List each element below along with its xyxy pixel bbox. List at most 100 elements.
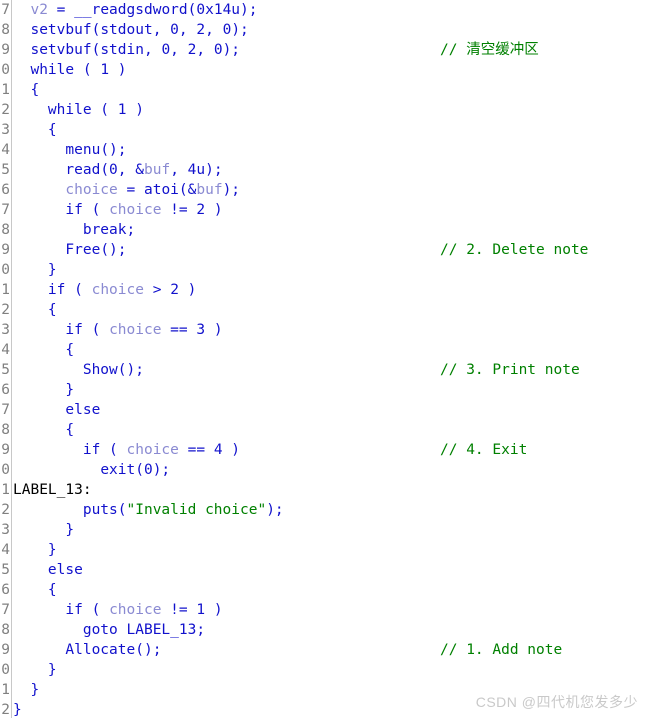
code-line-text: puts("Invalid choice"); — [13, 502, 284, 518]
code-token: puts — [82, 502, 118, 518]
code-token: 0 — [109, 162, 118, 178]
code-token: } — [13, 702, 22, 718]
code-token: buf — [143, 162, 171, 178]
code-line[interactable]: } — [13, 380, 646, 400]
code-line[interactable]: { — [13, 120, 646, 140]
line-number: 2 — [1, 102, 10, 118]
line-number-gutter: 7 8 9 0 1 2 3 4 5 6 7 8 9 0 1 2 3 4 5 6 7 8 9 0 1 2 3 4 5 6 7 8 9 0 1 2 — [0, 0, 12, 718]
code-token: 2 — [196, 22, 206, 38]
code-token: ; — [126, 222, 136, 238]
code-token: ); — [231, 22, 249, 38]
code-token: Free — [65, 242, 101, 258]
code-line[interactable]: menu(); — [13, 140, 646, 160]
code-line[interactable]: LABEL_13: — [13, 480, 646, 500]
code-line[interactable]: else — [13, 400, 646, 420]
code-token: == — [161, 322, 197, 338]
code-line-text: Allocate(); — [13, 642, 161, 658]
code-token: ) — [205, 602, 223, 618]
code-line[interactable]: goto LABEL_13; — [13, 620, 646, 640]
code-token: Allocate — [65, 642, 136, 658]
code-line[interactable]: { — [13, 80, 646, 100]
code-line[interactable]: } — [13, 520, 646, 540]
code-line[interactable]: if ( choice != 2 ) — [13, 200, 646, 220]
code-line[interactable]: v2 = __readgsdword(0x14u); — [13, 0, 646, 20]
code-line-text: while ( 1 ) — [13, 62, 126, 78]
code-line[interactable]: read(0, &buf, 4u); — [13, 160, 646, 180]
code-token: atoi — [143, 182, 179, 198]
line-number: 9 — [1, 642, 10, 658]
code-token: ) — [205, 202, 223, 218]
code-line[interactable]: if ( choice == 4 ) // 4. Exit — [13, 440, 646, 460]
code-line[interactable]: { — [13, 420, 646, 440]
line-number: 4 — [1, 342, 10, 358]
code-line[interactable]: Show(); // 3. Print note — [13, 360, 646, 380]
code-line-text: { — [13, 582, 57, 598]
code-line[interactable]: exit(0); — [13, 460, 646, 480]
code-line-text: setvbuf(stdout, 0, 2, 0); — [13, 22, 249, 38]
code-token: , — [178, 22, 197, 38]
line-number: 5 — [1, 562, 10, 578]
line-number-list: 7 8 9 0 1 2 3 4 5 6 7 8 9 0 1 2 3 4 5 6 7 8 9 0 1 2 3 4 5 6 7 8 9 0 1 2 — [1, 0, 10, 718]
code-line-text: { — [13, 122, 57, 138]
code-token: ); — [222, 182, 241, 198]
code-token: read — [65, 162, 101, 178]
line-number: 9 — [1, 42, 10, 58]
code-line-text: Free(); — [13, 242, 126, 258]
line-number: 1 — [1, 682, 10, 698]
code-line[interactable]: } — [13, 260, 646, 280]
code-line[interactable]: if ( choice > 2 ) — [13, 280, 646, 300]
code-token: ) — [126, 102, 144, 118]
code-token: ( — [91, 42, 101, 58]
code-token: choice — [91, 282, 144, 298]
code-line[interactable]: break; — [13, 220, 646, 240]
code-token: 4u — [187, 162, 206, 178]
code-line-text: } — [13, 542, 57, 558]
code-token: ); — [152, 462, 171, 478]
code-line[interactable]: { — [13, 340, 646, 360]
code-token: while — [30, 62, 75, 78]
code-token: { — [13, 302, 57, 318]
code-line-text: { — [13, 302, 57, 318]
code-line[interactable]: while ( 1 ) — [13, 60, 646, 80]
csdn-watermark: CSDN @四代机您发多少 — [475, 694, 638, 710]
code-line[interactable]: Allocate(); // 1. Add note — [13, 640, 646, 660]
code-line[interactable]: { — [13, 580, 646, 600]
code-token: > — [143, 282, 171, 298]
code-line[interactable]: setvbuf(stdin, 0, 2, 0); // 清空缓冲区 — [13, 40, 646, 60]
code-token: exit — [100, 462, 136, 478]
code-line[interactable]: else — [13, 560, 646, 580]
line-number: 0 — [1, 662, 10, 678]
code-token: ( — [82, 202, 110, 218]
code-token: == — [178, 442, 214, 458]
code-token: , — [170, 162, 188, 178]
code-line[interactable]: } — [13, 660, 646, 680]
code-line[interactable]: if ( choice == 3 ) — [13, 320, 646, 340]
line-number: 6 — [1, 182, 10, 198]
code-text-area[interactable]: v2 = __readgsdword(0x14u); setvbuf(stdou… — [13, 0, 646, 718]
line-number: 2 — [1, 702, 10, 718]
code-token: ( — [100, 442, 127, 458]
code-line-text: } — [13, 702, 22, 718]
code-token: } — [13, 542, 57, 558]
code-token: ); — [266, 502, 284, 518]
code-line[interactable]: puts("Invalid choice"); — [13, 500, 646, 520]
code-line[interactable]: { — [13, 300, 646, 320]
code-token: if — [65, 602, 83, 618]
code-line[interactable]: if ( choice != 1 ) — [13, 600, 646, 620]
code-token: while — [47, 102, 92, 118]
code-line[interactable]: setvbuf(stdout, 0, 2, 0); — [13, 20, 646, 40]
code-line[interactable]: while ( 1 ) — [13, 100, 646, 120]
line-number: 8 — [1, 22, 10, 38]
code-line[interactable]: choice = atoi(&buf); — [13, 180, 646, 200]
code-comment: // 清空缓冲区 — [440, 42, 539, 58]
line-number: 3 — [1, 122, 10, 138]
pseudocode-view[interactable]: 7 8 9 0 1 2 3 4 5 6 7 8 9 0 1 2 3 4 5 6 7 8 9 0 1 2 3 4 5 6 7 8 9 0 1 2 v2 … — [0, 0, 646, 718]
code-line[interactable]: Free(); // 2. Delete note — [13, 240, 646, 260]
code-line[interactable]: } — [13, 540, 646, 560]
